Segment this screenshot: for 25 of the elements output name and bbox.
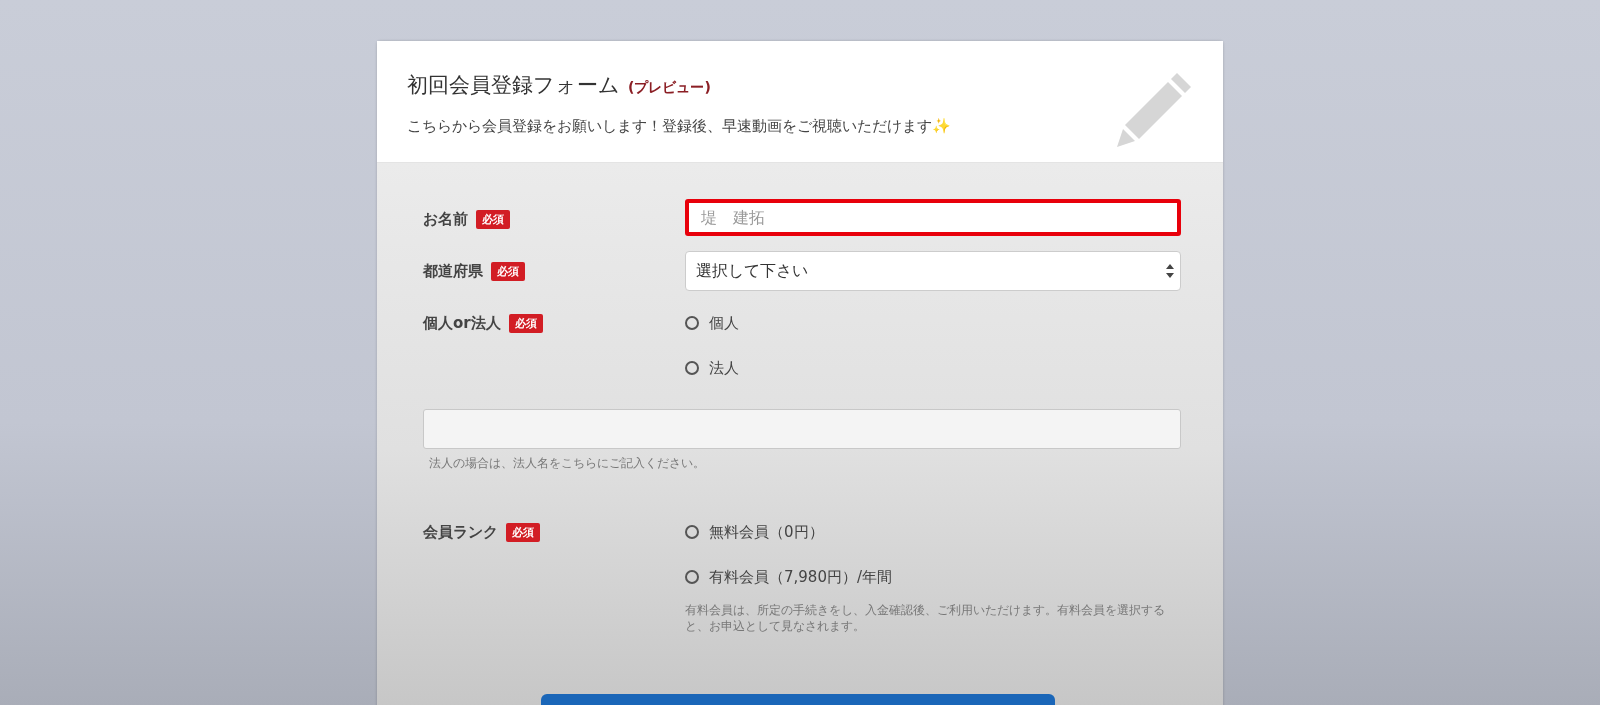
field-label: 都道府県 (423, 261, 483, 281)
form-title: 初回会員登録フォーム (407, 72, 620, 99)
radio-label[interactable]: 法人 (709, 358, 739, 378)
radio-button[interactable] (685, 525, 699, 539)
radio-label[interactable]: 個人 (709, 313, 739, 333)
prefecture-select[interactable]: 選択して下さい (685, 251, 1181, 291)
radio-button[interactable] (685, 361, 699, 375)
required-badge: 必須 (508, 313, 543, 333)
required-badge: 必須 (491, 261, 525, 281)
radio-button[interactable] (685, 570, 699, 584)
radio-button[interactable] (685, 316, 699, 330)
help-text: 有料会員は、所定の手続きをし、入金確認後、ご利用いただけます。有料会員を選択すると、お申込として見なされます。 (685, 602, 1166, 634)
preview-tag: (プレビュー) (628, 79, 711, 97)
form-description: こちらから会員登録をお願いします！登録後、早速動画をご視聴いただけます✨ (407, 117, 952, 136)
field-label: 個人or法人 (423, 313, 501, 333)
name-input[interactable]: 堤 建拓 (685, 199, 1181, 236)
help-text: 法人の場合は、法人名をこちらにご記入ください。 (428, 455, 706, 472)
company-name-input[interactable] (423, 409, 1181, 449)
required-badge: 必須 (476, 209, 510, 229)
field-label: お名前 (423, 209, 468, 229)
radio-label[interactable]: 無料会員（0円） (709, 522, 824, 542)
field-label: 会員ランク (423, 522, 498, 542)
updown-arrows-icon (1166, 264, 1174, 278)
radio-label[interactable]: 有料会員（7,980円）/年間 (709, 567, 892, 587)
required-badge: 必須 (506, 522, 540, 542)
